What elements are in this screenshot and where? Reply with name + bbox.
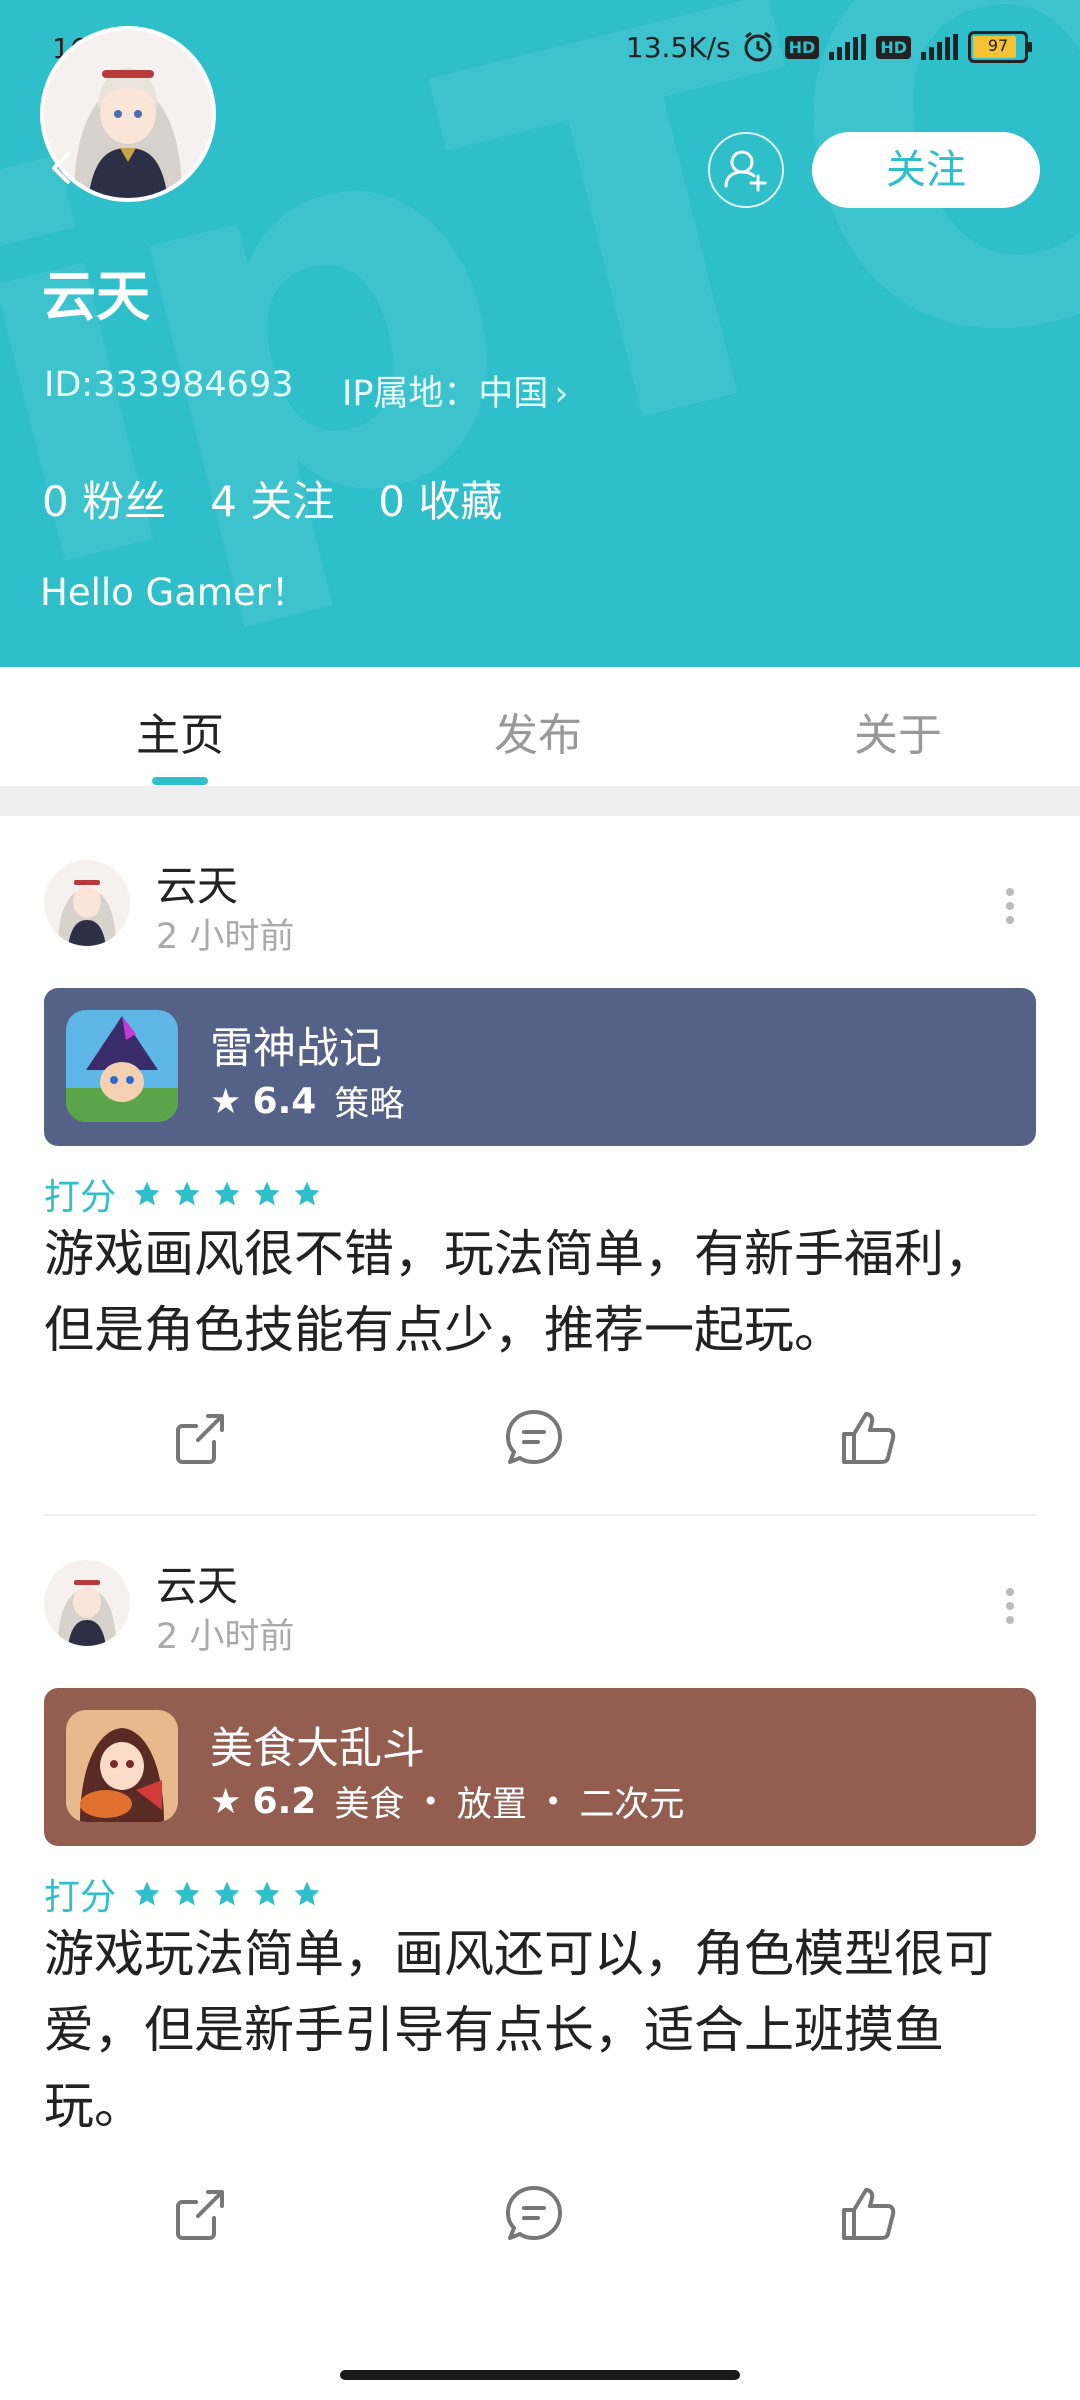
post-separator	[44, 1514, 1036, 1516]
tab-posts[interactable]: 发布	[494, 699, 582, 763]
add-friend-button[interactable]	[708, 132, 784, 208]
star-icon	[134, 1881, 160, 1906]
game-tag: 放置	[456, 1785, 527, 1825]
profile-stats: 0 粉丝 4 关注 0 收藏	[42, 468, 502, 529]
add-user-icon	[724, 150, 767, 192]
game-title: 雷神战记	[210, 1024, 382, 1074]
rating-row: 打分	[44, 1868, 322, 1920]
star-icon	[174, 1181, 200, 1206]
tag-separator: •	[422, 1785, 439, 1818]
like-icon[interactable]	[836, 2182, 900, 2246]
back-icon[interactable]	[44, 150, 80, 186]
follow-button[interactable]: 关注	[812, 132, 1040, 208]
stat-followers[interactable]: 0 粉丝	[42, 468, 166, 529]
hd-badge-2: HD	[876, 35, 911, 59]
comment-icon[interactable]	[502, 2182, 566, 2246]
section-divider	[0, 786, 1080, 816]
star-icon	[254, 1181, 280, 1206]
signal-icon-2	[921, 34, 958, 60]
game-tag: 二次元	[579, 1785, 685, 1825]
alarm-icon	[744, 31, 772, 62]
more-icon[interactable]	[1004, 886, 1016, 926]
game-card[interactable]: 雷神战记 ★ 6.4 策略	[44, 988, 1036, 1146]
rating-row: 打分	[44, 1168, 322, 1220]
like-icon[interactable]	[836, 1406, 900, 1470]
net-speed: 13.5K/s	[625, 30, 731, 64]
ip-location-text: IP属地：中国	[342, 374, 549, 414]
hd-badge-1: HD	[784, 35, 820, 59]
stat-favorites[interactable]: 0 收藏	[378, 468, 502, 529]
share-icon[interactable]	[168, 1406, 232, 1470]
comment-icon[interactable]	[502, 1406, 566, 1470]
battery-icon: 97	[968, 31, 1032, 63]
avatar-illustration	[44, 860, 130, 946]
star-icon	[174, 1881, 200, 1906]
game-score: 6.2	[252, 1781, 317, 1822]
game-icon	[66, 1010, 178, 1122]
status-icons: 13.5K/s HD HD 97	[626, 30, 1032, 64]
share-icon[interactable]	[168, 2182, 232, 2246]
chevron-right-icon: ›	[554, 374, 569, 414]
more-icon[interactable]	[1004, 1586, 1016, 1626]
game-meta: ★ 6.4 策略	[210, 1076, 404, 1127]
game-tag: 美食	[334, 1785, 405, 1825]
battery-level: 97	[987, 36, 1009, 55]
rating-label: 打分	[44, 1877, 117, 1918]
star-icon	[254, 1881, 280, 1906]
review-text: 游戏画风很不错，玩法简单，有新手福利，但是角色技能有点少，推荐一起玩。	[44, 1225, 994, 1359]
star-icon	[214, 1881, 240, 1906]
tag-separator: •	[544, 1785, 562, 1818]
tab-about[interactable]: 关于	[854, 699, 942, 763]
post-author-name[interactable]: 云天	[156, 852, 238, 912]
ip-location[interactable]: IP属地：中国 ›	[342, 365, 568, 416]
game-card[interactable]: 美食大乱斗 ★ 6.2 美食 • 放置 • 二次元	[44, 1688, 1036, 1846]
stat-following[interactable]: 4 关注	[210, 468, 334, 529]
star-icon	[134, 1181, 160, 1206]
game-icon	[66, 1710, 178, 1822]
game-star-icon: ★	[210, 1782, 242, 1822]
game-meta: ★ 6.2 美食 • 放置 • 二次元	[210, 1776, 684, 1827]
star-icon	[294, 1181, 320, 1206]
post-time: 2 小时前	[156, 917, 295, 957]
profile-header: ipTO 16:11 13.5K/s HD HD 97	[0, 0, 1080, 667]
post-time: 2 小时前	[156, 1617, 295, 1657]
profile-bio: Hello Gamer！	[40, 571, 308, 614]
post-author-avatar[interactable]	[44, 1560, 130, 1646]
tab-home[interactable]: 主页	[136, 699, 224, 763]
game-star-icon: ★	[210, 1082, 242, 1122]
game-tag: 策略	[334, 1085, 405, 1125]
star-icon	[214, 1181, 240, 1206]
signal-icon-1	[829, 34, 867, 60]
game-title: 美食大乱斗	[210, 1724, 425, 1774]
game-score: 6.4	[252, 1081, 317, 1122]
tab-active-indicator	[152, 777, 208, 785]
profile-tabs: 主页 发布 关于	[0, 667, 1080, 787]
post-author-name[interactable]: 云天	[156, 1552, 238, 1612]
post-author-avatar[interactable]	[44, 860, 130, 946]
rating-label: 打分	[44, 1177, 117, 1218]
profile-id: ID:333984693	[44, 365, 294, 405]
avatar-illustration	[44, 1560, 130, 1646]
star-icon	[294, 1881, 320, 1906]
review-text: 游戏玩法简单，画风还可以，角色模型很可爱，但是新手引导有点长，适合上班摸鱼玩。	[44, 1925, 994, 2135]
home-indicator[interactable]	[340, 2370, 740, 2380]
profile-name: 云天	[42, 265, 150, 328]
